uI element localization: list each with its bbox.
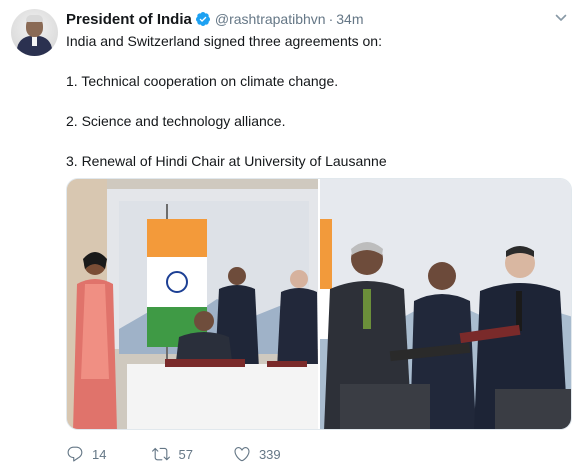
tweet-timestamp[interactable]: 34m [336,11,363,27]
author-name[interactable]: President of India [66,11,192,28]
photo-exchange-agreements[interactable] [320,179,571,429]
author-handle[interactable]: @rashtrapatibhvn [215,11,326,27]
like-count: 339 [258,446,281,462]
tweet-text-blank [66,91,566,111]
tweet-actions: 14 57 339 [66,443,311,465]
verified-badge-icon [195,12,210,26]
retweet-icon [152,447,171,461]
tweet-header: President of India @rashtrapatibhvn · 34… [66,10,363,28]
tweet-text-line: 2. Science and technology alliance. [66,113,286,129]
retweet-button[interactable]: 57 [152,445,193,463]
tweet-text-line: 3. Renewal of Hindi Chair at University … [66,153,387,169]
retweet-count: 57 [178,446,193,462]
reply-count: 14 [92,446,107,462]
tweet-media[interactable] [66,178,572,430]
photo-signing-ceremony[interactable] [67,179,318,429]
tweet-text: India and Switzerland signed three agree… [66,31,566,171]
tweet[interactable]: President of India @rashtrapatibhvn · 34… [0,0,581,475]
chevron-down-icon[interactable] [555,12,567,24]
like-button[interactable]: 339 [233,445,281,463]
tweet-text-line: 1. Technical cooperation on climate chan… [66,73,339,89]
heart-icon [234,447,250,462]
avatar[interactable] [11,9,58,56]
reply-button[interactable]: 14 [66,445,106,463]
reply-icon [67,446,83,462]
tweet-text-blank [66,51,566,71]
tweet-text-line: India and Switzerland signed three agree… [66,33,382,49]
separator-dot: · [328,11,334,27]
tweet-text-blank [66,131,566,151]
